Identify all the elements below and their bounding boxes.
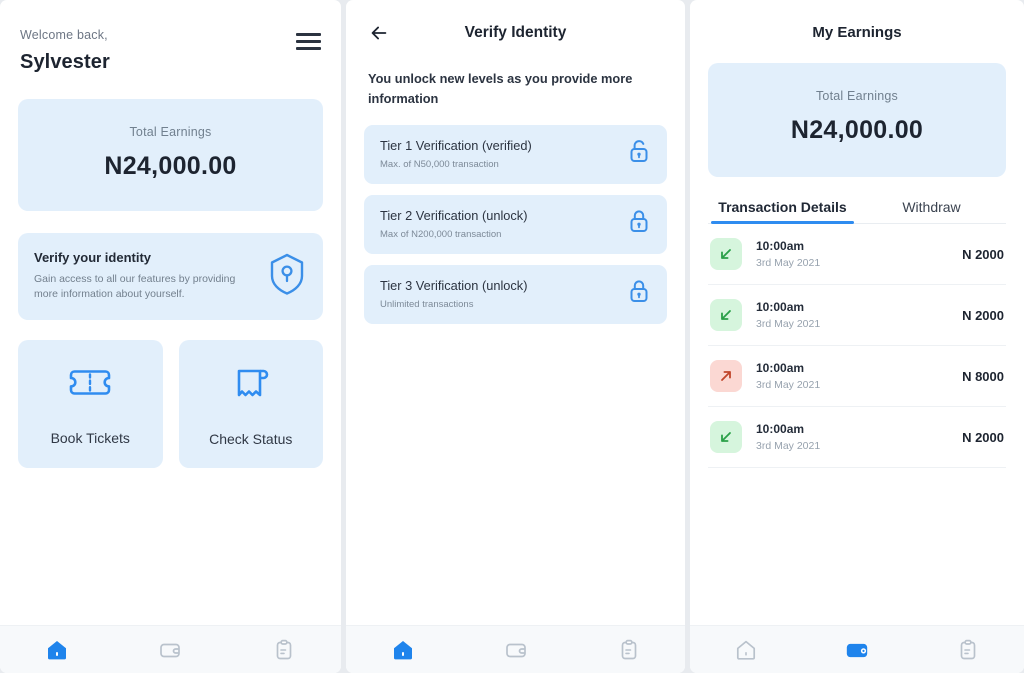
- table-row[interactable]: 10:00am 3rd May 2021 N 2000: [708, 407, 1006, 468]
- back-arrow-icon[interactable]: [368, 22, 390, 44]
- arrow-down-left-icon: [710, 299, 742, 331]
- transaction-time: 10:00am: [756, 239, 805, 253]
- nav-home-active[interactable]: [30, 631, 84, 669]
- check-status-button[interactable]: Check Status: [178, 340, 323, 469]
- lock-icon: [627, 208, 651, 239]
- nav-orders[interactable]: [602, 631, 656, 669]
- earnings-content: My Earnings Total Earnings N24,000.00 Tr…: [690, 0, 1024, 625]
- table-row[interactable]: 10:00am 3rd May 2021 N 2000: [708, 224, 1006, 285]
- tier-text-block: Tier 1 Verification (verified) Max. of N…: [380, 138, 532, 170]
- nav-home[interactable]: [719, 631, 773, 669]
- nav-orders[interactable]: [257, 631, 311, 669]
- tier-title: Tier 3 Verification (unlock): [380, 277, 528, 293]
- unlock-icon: [627, 138, 651, 169]
- table-row[interactable]: 10:00am 3rd May 2021 N 2000: [708, 285, 1006, 346]
- total-earnings-label: Total Earnings: [129, 125, 212, 139]
- verify-content: Verify Identity You unlock new levels as…: [346, 0, 685, 625]
- total-earnings-card: Total Earnings N24,000.00: [708, 63, 1006, 177]
- transaction-time: 10:00am: [756, 361, 805, 375]
- tier-subtitle: Unlimited transactions: [380, 298, 474, 310]
- verify-text-block: Verify your identity Gain access to all …: [34, 250, 239, 302]
- total-earnings-value: N24,000.00: [790, 116, 924, 144]
- tier-row[interactable]: Tier 2 Verification (unlock) Max of N200…: [364, 194, 667, 254]
- transaction-meta: 10:00am 3rd May 2021: [756, 300, 948, 330]
- screenshot-root: Welcome back, Sylvester Total Earnings N…: [0, 0, 1024, 673]
- nav-home-active[interactable]: [376, 631, 430, 669]
- hamburger-bar: [296, 33, 321, 36]
- arrow-up-right-icon: [710, 360, 742, 392]
- quick-actions-row: Book Tickets Check Status: [18, 340, 323, 469]
- lock-icon: [627, 278, 651, 309]
- tier-subtitle: Max. of N50,000 transaction: [380, 158, 499, 170]
- tab-transaction-details[interactable]: Transaction Details: [708, 199, 857, 224]
- verify-bottom-nav: [346, 625, 685, 673]
- home-header: Welcome back, Sylvester: [0, 0, 341, 74]
- transaction-meta: 10:00am 3rd May 2021: [756, 422, 948, 452]
- verify-page-title: Verify Identity: [464, 24, 567, 41]
- tab-withdraw[interactable]: Withdraw: [857, 199, 1006, 223]
- earnings-tabs: Transaction Details Withdraw: [708, 199, 1006, 224]
- user-name: Sylvester: [20, 51, 110, 73]
- tier-row[interactable]: Tier 1 Verification (verified) Max. of N…: [364, 124, 667, 184]
- shield-key-icon: [267, 252, 307, 301]
- ticket-icon: [66, 363, 114, 410]
- receipt-icon: [229, 362, 273, 411]
- tier-title: Tier 1 Verification (verified): [380, 137, 532, 153]
- check-status-label: Check Status: [209, 430, 293, 447]
- total-earnings-value: N24,000.00: [104, 152, 237, 180]
- transaction-time: 10:00am: [756, 300, 805, 314]
- transaction-date: 3rd May 2021: [756, 440, 821, 452]
- nav-orders[interactable]: [941, 631, 995, 669]
- verify-identity-description: Gain access to all our features by provi…: [34, 273, 236, 301]
- arrow-down-left-icon: [710, 238, 742, 270]
- transaction-date: 3rd May 2021: [756, 379, 821, 391]
- transaction-list: 10:00am 3rd May 2021 N 2000 10:00am 3rd …: [708, 224, 1006, 468]
- verify-subtitle: You unlock new levels as you provide mor…: [368, 71, 633, 106]
- nav-wallet[interactable]: [489, 631, 543, 669]
- nav-wallet-active[interactable]: [830, 631, 884, 669]
- total-earnings-card: Total Earnings N24,000.00: [18, 99, 323, 211]
- table-row[interactable]: 10:00am 3rd May 2021 N 8000: [708, 346, 1006, 407]
- tier-text-block: Tier 2 Verification (unlock) Max of N200…: [380, 208, 527, 240]
- arrow-down-left-icon: [710, 421, 742, 453]
- home-content: Welcome back, Sylvester Total Earnings N…: [0, 0, 341, 625]
- tier-subtitle: Max of N200,000 transaction: [380, 228, 502, 240]
- earnings-page-title: My Earnings: [812, 24, 902, 41]
- verify-identity-title: Verify your identity: [34, 250, 152, 265]
- nav-wallet[interactable]: [143, 631, 197, 669]
- total-earnings-label: Total Earnings: [815, 89, 898, 103]
- earnings-bottom-nav: [690, 625, 1024, 673]
- my-earnings-screen: My Earnings Total Earnings N24,000.00 Tr…: [690, 0, 1024, 673]
- welcome-label: Welcome back,: [20, 28, 108, 42]
- transaction-amount: N 2000: [962, 307, 1004, 323]
- hamburger-menu-icon[interactable]: [296, 33, 321, 50]
- verify-identity-screen: Verify Identity You unlock new levels as…: [346, 0, 685, 673]
- home-bottom-nav: [0, 625, 341, 673]
- transaction-meta: 10:00am 3rd May 2021: [756, 361, 948, 391]
- home-screen: Welcome back, Sylvester Total Earnings N…: [0, 0, 341, 673]
- hamburger-bar: [296, 47, 321, 50]
- transaction-meta: 10:00am 3rd May 2021: [756, 239, 948, 269]
- transaction-time: 10:00am: [756, 422, 805, 436]
- transaction-amount: N 2000: [962, 246, 1004, 262]
- tier-text-block: Tier 3 Verification (unlock) Unlimited t…: [380, 278, 527, 310]
- transaction-date: 3rd May 2021: [756, 257, 821, 269]
- tier-list: Tier 1 Verification (verified) Max. of N…: [364, 124, 667, 324]
- greeting-block: Welcome back, Sylvester: [20, 28, 110, 74]
- transaction-amount: N 8000: [962, 368, 1004, 384]
- transaction-amount: N 2000: [962, 429, 1004, 445]
- verify-header: Verify Identity: [346, 0, 685, 44]
- book-tickets-button[interactable]: Book Tickets: [18, 340, 163, 469]
- book-tickets-label: Book Tickets: [50, 429, 130, 446]
- verify-identity-card[interactable]: Verify your identity Gain access to all …: [18, 233, 323, 321]
- tier-row[interactable]: Tier 3 Verification (unlock) Unlimited t…: [364, 264, 667, 324]
- tier-title: Tier 2 Verification (unlock): [380, 207, 528, 223]
- hamburger-bar: [296, 40, 321, 43]
- transaction-date: 3rd May 2021: [756, 318, 821, 330]
